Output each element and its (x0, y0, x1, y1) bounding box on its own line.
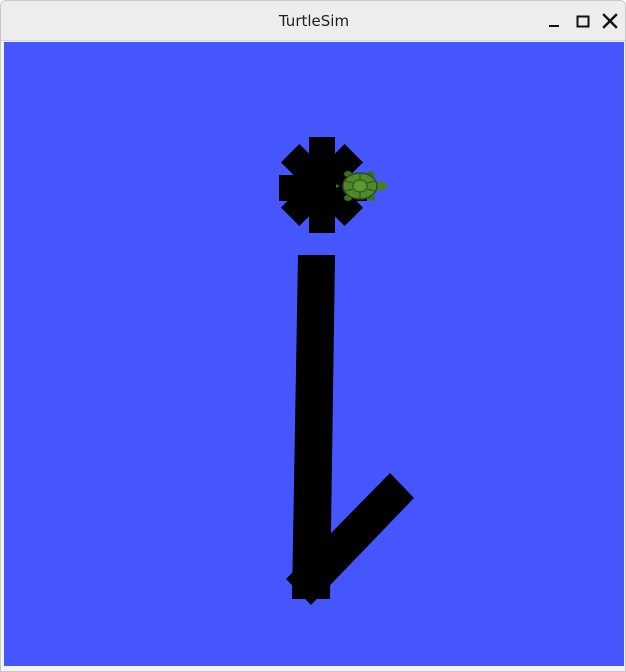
minimize-icon (549, 25, 559, 27)
turtle-icon (336, 171, 387, 201)
minimize-button[interactable] (544, 11, 564, 31)
maximize-button[interactable] (573, 11, 593, 31)
window-bottom-border (1, 666, 625, 671)
close-button[interactable] (600, 11, 620, 31)
pen-trails (279, 137, 414, 605)
turtlesim-window: TurtleSim (0, 0, 626, 672)
turtle-canvas[interactable] (4, 42, 624, 666)
close-icon (602, 13, 618, 29)
maximize-icon (576, 15, 590, 28)
window-title: TurtleSim (278, 12, 350, 30)
title-bar[interactable]: TurtleSim (1, 1, 625, 41)
